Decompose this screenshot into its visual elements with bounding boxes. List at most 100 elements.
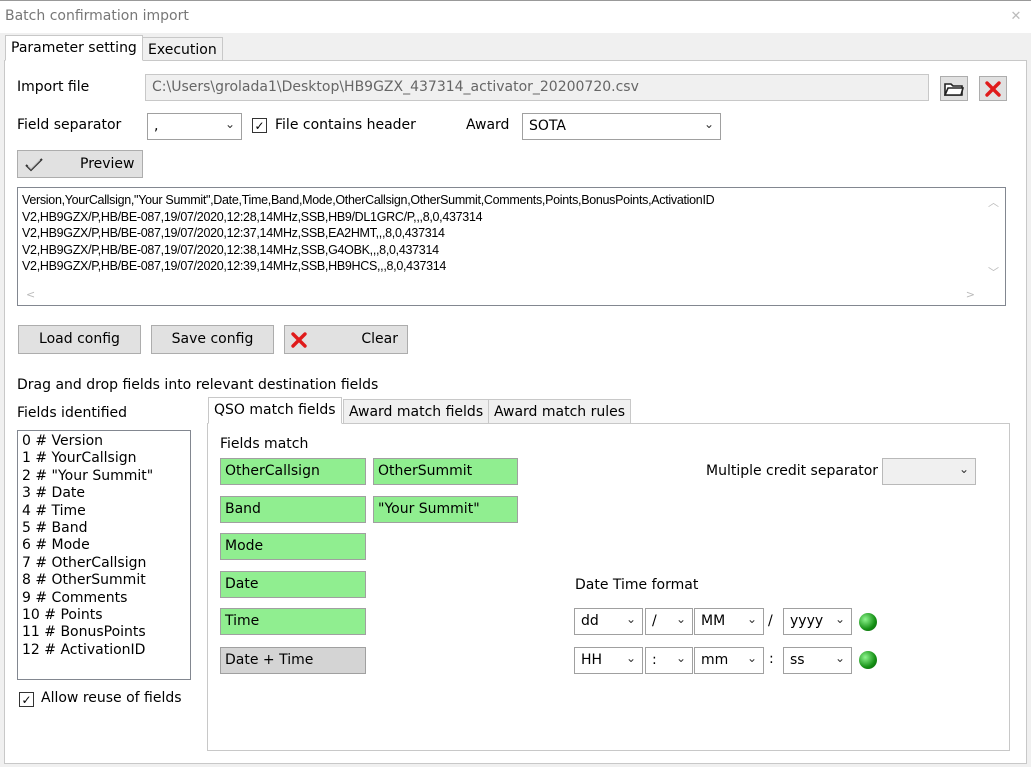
field-separator-select[interactable]: , ⌄: [147, 113, 242, 140]
list-item[interactable]: 1 # YourCallsign: [22, 450, 186, 467]
match-field-your-summit[interactable]: "Your Summit": [373, 496, 518, 523]
date-separator1-select[interactable]: / ⌄: [645, 608, 693, 635]
fields-identified-list[interactable]: 0 # Version 1 # YourCallsign 2 # "Your S…: [17, 430, 191, 680]
year-format-select[interactable]: yyyy ⌄: [783, 608, 852, 635]
multiple-credit-separator-select[interactable]: ⌄: [882, 458, 976, 485]
header-checkbox[interactable]: ✓: [252, 118, 267, 133]
clear-button[interactable]: Clear: [284, 325, 408, 354]
list-item[interactable]: 11 # BonusPoints: [22, 624, 186, 641]
chevron-down-icon: ⌄: [675, 612, 686, 626]
window-title: Batch confirmation import: [5, 8, 189, 24]
month-format-value: MM: [701, 613, 726, 629]
match-field-other-summit[interactable]: OtherSummit: [373, 458, 518, 485]
match-field-time[interactable]: Time: [220, 608, 366, 635]
award-value: SOTA: [529, 118, 566, 134]
tab-award-match-rules[interactable]: Award match rules: [488, 399, 632, 424]
chevron-down-icon: ⌄: [834, 612, 845, 626]
tab-parameter-setting[interactable]: Parameter setting: [5, 35, 143, 61]
date-time-format-label: Date Time format: [575, 577, 699, 593]
date-separator1-value: /: [652, 613, 657, 629]
hour-format-value: HH: [581, 652, 603, 668]
preview-button[interactable]: Preview: [17, 150, 143, 178]
tab-execution[interactable]: Execution: [142, 37, 223, 61]
fields-identified-label: Fields identified: [17, 405, 128, 421]
list-item[interactable]: 12 # ActivationID: [22, 642, 186, 659]
day-format-value: dd: [581, 613, 599, 629]
list-item[interactable]: 3 # Date: [22, 485, 186, 502]
year-format-value: yyyy: [790, 613, 824, 629]
list-item[interactable]: 4 # Time: [22, 503, 186, 520]
open-folder-button[interactable]: [940, 76, 968, 101]
chevron-down-icon: ⌄: [746, 651, 757, 665]
preview-line: V2,HB9GZX/P,HB/BE-087,19/07/2020,12:28,1…: [22, 209, 483, 224]
list-item[interactable]: 9 # Comments: [22, 590, 186, 607]
time-separator2: :: [769, 651, 774, 667]
field-separator-value: ,: [154, 118, 159, 134]
clear-file-button[interactable]: [979, 76, 1007, 101]
clear-button-label: Clear: [361, 331, 398, 347]
date-format-status-icon: [859, 613, 877, 631]
checkmark-pencil-icon: [25, 158, 43, 172]
import-file-label: Import file: [17, 79, 90, 95]
match-field-other-callsign[interactable]: OtherCallsign: [220, 458, 366, 485]
preview-line: V2,HB9GZX/P,HB/BE-087,19/07/2020,12:39,1…: [22, 259, 447, 273]
field-separator-label: Field separator: [17, 117, 122, 133]
minute-format-value: mm: [701, 652, 729, 668]
allow-reuse-label: Allow reuse of fields: [41, 690, 182, 706]
fields-match-label: Fields match: [220, 436, 309, 452]
preview-textarea[interactable]: Version,YourCallsign,"Your Summit",Date,…: [17, 187, 1006, 306]
scroll-right-icon[interactable]: >: [966, 288, 975, 301]
tab-qso-match-fields[interactable]: QSO match fields: [208, 397, 342, 424]
match-field-date[interactable]: Date: [220, 571, 366, 598]
chevron-down-icon: ⌄: [675, 651, 686, 665]
list-item[interactable]: 10 # Points: [22, 607, 186, 624]
hour-format-select[interactable]: HH ⌄: [574, 647, 643, 674]
day-format-select[interactable]: dd ⌄: [574, 608, 643, 635]
title-bar: Batch confirmation import ✕: [0, 0, 1031, 33]
chevron-down-icon: ⌄: [625, 612, 636, 626]
match-field-date-time[interactable]: Date + Time: [220, 647, 366, 674]
scroll-down-icon[interactable]: ﹀: [988, 264, 999, 280]
award-label: Award: [466, 117, 510, 133]
preview-line: V2,HB9GZX/P,HB/BE-087,19/07/2020,12:37,1…: [22, 226, 445, 240]
scroll-left-icon[interactable]: <: [26, 288, 35, 301]
list-item[interactable]: 8 # OtherSummit: [22, 572, 186, 589]
list-item[interactable]: 2 # "Your Summit": [22, 468, 186, 485]
chevron-down-icon: ⌄: [224, 117, 235, 131]
month-format-select[interactable]: MM ⌄: [694, 608, 764, 635]
close-icon[interactable]: ✕: [1006, 7, 1026, 27]
time-format-status-icon: [859, 651, 877, 669]
list-item[interactable]: 5 # Band: [22, 520, 186, 537]
allow-reuse-checkbox[interactable]: ✓: [19, 692, 34, 707]
minute-format-select[interactable]: mm ⌄: [694, 647, 764, 674]
chevron-down-icon: ⌄: [625, 651, 636, 665]
chevron-down-icon: ⌄: [746, 612, 757, 626]
save-config-button[interactable]: Save config: [151, 325, 274, 354]
preview-line: Version,YourCallsign,"Your Summit",Date,…: [22, 193, 715, 207]
match-field-mode[interactable]: Mode: [220, 533, 366, 560]
preview-line: V2,HB9GZX/P,HB/BE-087,19/07/2020,12:38,1…: [22, 242, 439, 257]
tab-award-match-fields[interactable]: Award match fields: [343, 399, 490, 424]
time-separator1-select[interactable]: : ⌄: [645, 647, 693, 674]
award-select[interactable]: SOTA ⌄: [522, 113, 721, 140]
time-separator1-value: :: [652, 652, 657, 668]
chevron-down-icon: ⌄: [958, 462, 969, 476]
list-item[interactable]: 6 # Mode: [22, 537, 186, 554]
date-separator2: /: [768, 613, 773, 629]
scroll-up-icon[interactable]: ︿: [988, 194, 999, 210]
chevron-down-icon: ⌄: [703, 117, 714, 131]
red-x-icon: [985, 81, 1001, 97]
folder-icon: [943, 83, 965, 96]
list-item[interactable]: 0 # Version: [22, 433, 186, 450]
list-item[interactable]: 7 # OtherCallsign: [22, 555, 186, 572]
preview-button-label: Preview: [80, 156, 135, 172]
second-format-select[interactable]: ss ⌄: [783, 647, 852, 674]
header-checkbox-label: File contains header: [275, 117, 416, 133]
load-config-button[interactable]: Load config: [18, 325, 141, 354]
import-file-input[interactable]: C:\Users\grolada1\Desktop\HB9GZX_437314_…: [145, 74, 929, 101]
chevron-down-icon: ⌄: [834, 651, 845, 665]
red-x-icon: [291, 332, 307, 348]
drag-hint: Drag and drop fields into relevant desti…: [17, 377, 379, 393]
second-format-value: ss: [790, 652, 805, 668]
match-field-band[interactable]: Band: [220, 496, 366, 523]
